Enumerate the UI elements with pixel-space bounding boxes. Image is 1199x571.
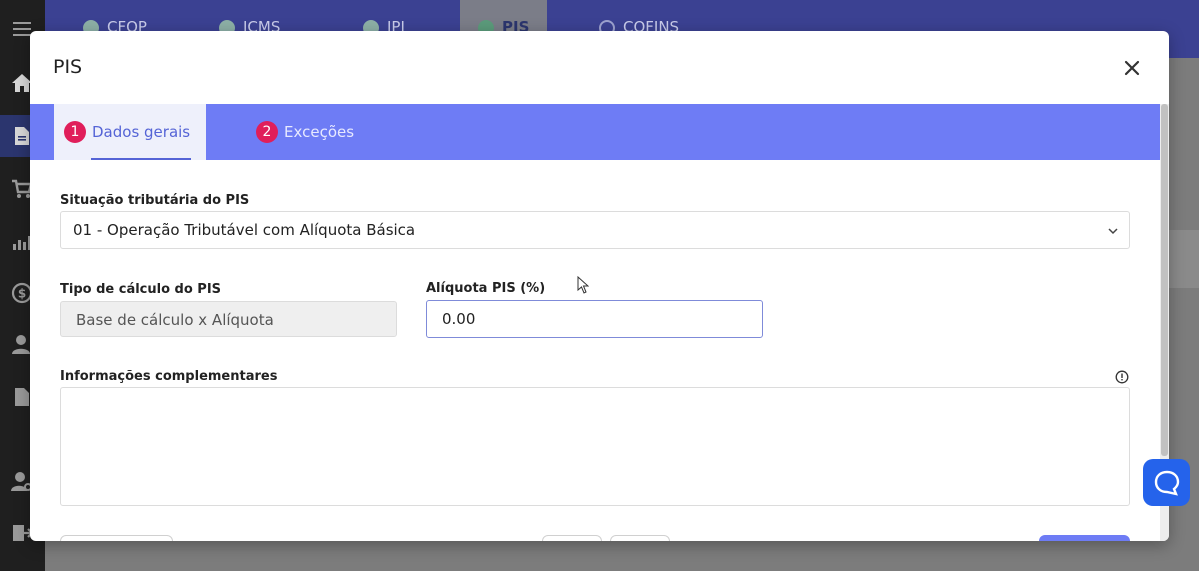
svg-text:$: $ — [18, 287, 26, 301]
background-row — [1169, 230, 1199, 288]
modal-tab-bar: 1 Dados gerais 2 Exceções — [30, 104, 1160, 160]
chat-support-button[interactable] — [1143, 459, 1190, 506]
tab-label: Dados gerais — [92, 123, 191, 141]
scrollbar-thumb[interactable] — [1161, 104, 1168, 456]
tab-label: Exceções — [284, 123, 355, 141]
situacao-selected-value: 01 - Operação Tributável com Alíquota Bá… — [73, 221, 416, 239]
informacoes-textarea[interactable] — [60, 387, 1130, 506]
aliquota-label: Alíquota PIS (%) — [426, 281, 546, 296]
modal-title: PIS — [53, 56, 83, 78]
tab-active-underline — [91, 158, 191, 160]
info-icon[interactable] — [1115, 370, 1129, 384]
footer-primary-button[interactable] — [1039, 535, 1130, 541]
pis-modal: PIS 1 Dados gerais 2 Exceções Situação t… — [30, 31, 1169, 541]
tab-number-badge: 1 — [64, 121, 86, 143]
aliquota-input[interactable] — [426, 300, 763, 338]
footer-button-a[interactable] — [542, 535, 602, 541]
tab-number-badge: 2 — [256, 121, 278, 143]
footer-left-button[interactable] — [60, 535, 173, 541]
situacao-label: Situação tributária do PIS — [60, 193, 250, 208]
close-icon[interactable] — [1121, 57, 1143, 79]
situacao-select[interactable]: 01 - Operação Tributável com Alíquota Bá… — [60, 211, 1130, 249]
tab-dados-gerais[interactable]: 1 Dados gerais — [54, 104, 206, 160]
mouse-pointer-icon — [577, 275, 590, 294]
chevron-down-icon — [1107, 225, 1119, 237]
informacoes-label: Informações complementares — [60, 369, 278, 384]
tipo-calculo-field: Base de cálculo x Alíquota — [60, 301, 397, 337]
tipo-calculo-label: Tipo de cálculo do PIS — [60, 282, 222, 297]
footer-button-b[interactable] — [610, 535, 670, 541]
tab-excecoes[interactable]: 2 Exceções — [256, 104, 354, 160]
chat-bubble-icon — [1154, 470, 1179, 496]
